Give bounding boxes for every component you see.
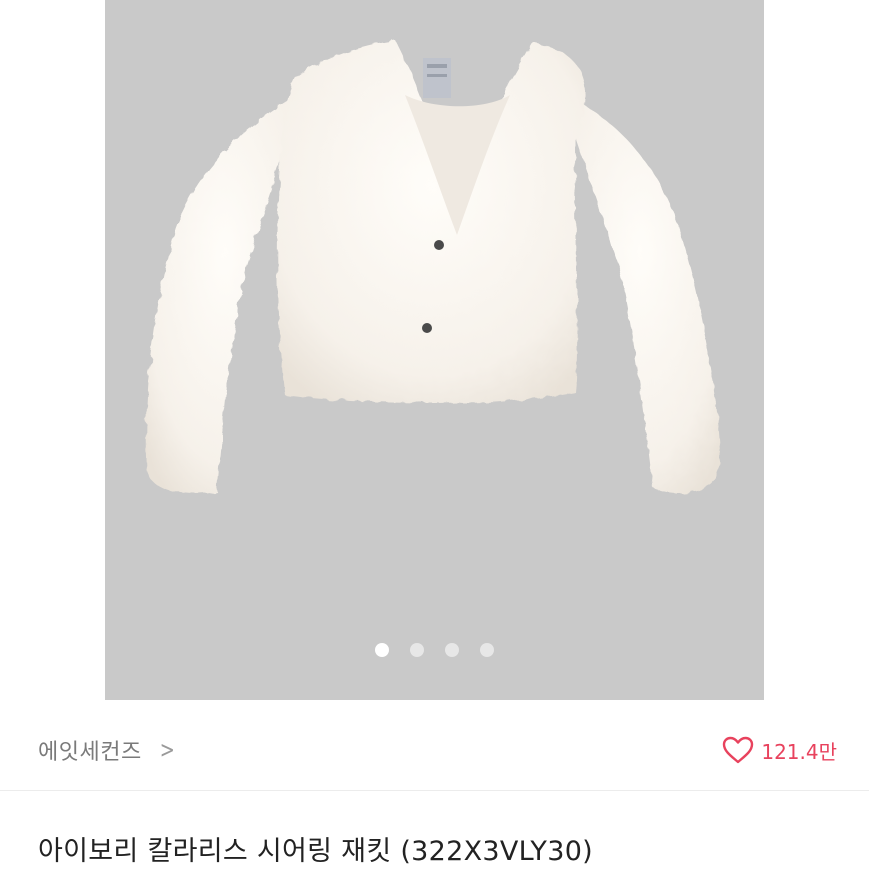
brand-row: 에잇세컨즈 > 121.4만 bbox=[38, 722, 837, 778]
product-title: 아이보리 칼라리스 시어링 재킷 (322X3VLY30) bbox=[38, 836, 594, 867]
carousel-dot-1[interactable] bbox=[375, 643, 389, 657]
carousel-pagination bbox=[105, 643, 764, 657]
brand-name: 에잇세컨즈 bbox=[38, 740, 142, 765]
brand-link[interactable]: 에잇세컨즈 > bbox=[38, 734, 175, 766]
heart-outline-icon bbox=[723, 736, 754, 764]
product-image bbox=[146, 40, 721, 494]
like-button[interactable]: 121.4만 bbox=[721, 735, 837, 765]
carousel-dot-3[interactable] bbox=[445, 643, 459, 657]
like-count: 121.4만 bbox=[761, 739, 837, 764]
carousel-dot-4[interactable] bbox=[480, 643, 494, 657]
product-image-gallery[interactable] bbox=[105, 0, 764, 700]
carousel-dot-2[interactable] bbox=[410, 643, 424, 657]
chevron-right-icon: > bbox=[159, 736, 175, 764]
divider bbox=[0, 790, 869, 791]
